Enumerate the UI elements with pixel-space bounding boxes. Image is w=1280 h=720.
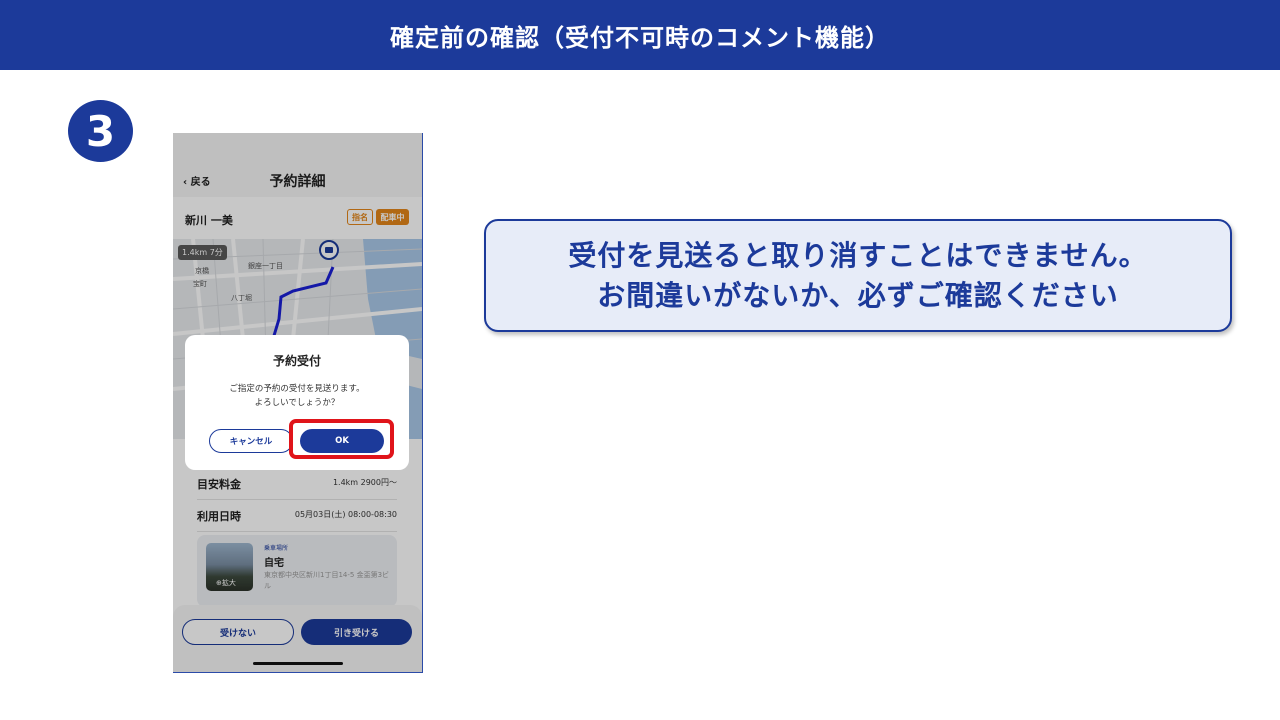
ok-button-highlight (289, 419, 394, 459)
warning-callout: 受付を見送ると取り消すことはできません。 お間違いがないか、必ずご確認ください (484, 219, 1232, 332)
dialog-message-line: ご指定の予約の受付を見送ります。 (229, 384, 365, 394)
dialog-cancel-button[interactable]: キャンセル (209, 429, 293, 453)
callout-line: 受付を見送ると取り消すことはできません。 (568, 238, 1148, 272)
slide-header: 確定前の確認（受付不可時のコメント機能） (0, 0, 1280, 70)
slide-title: 確定前の確認（受付不可時のコメント機能） (390, 23, 890, 52)
dialog-message: ご指定の予約の受付を見送ります。 よろしいでしょうか？ (185, 382, 409, 410)
dialog-title: 予約受付 (272, 354, 321, 368)
callout-line: お間違いがないか、必ずご確認ください (597, 278, 1119, 312)
dialog-message-line: よろしいでしょうか？ (254, 398, 340, 408)
phone-screenshot: ‹ 戻る 予約詳細 新川 一美 指名 配車中 1.4km 7分 京橋 宝町 八丁… (173, 133, 423, 673)
step-number-badge: 3 (68, 100, 133, 162)
